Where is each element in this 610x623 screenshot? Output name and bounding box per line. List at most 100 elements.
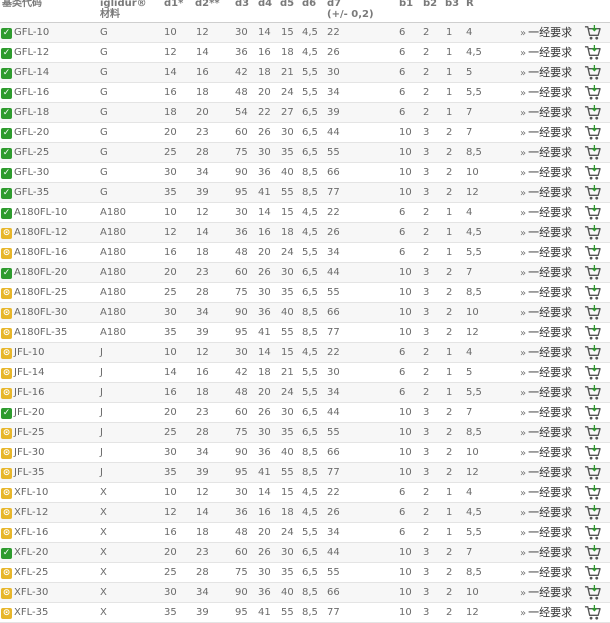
request-link[interactable]: » 一经要求 (520, 263, 572, 283)
request-link[interactable]: » 一经要求 (520, 303, 572, 323)
d7-cell: 77 (327, 467, 340, 478)
material-cell: A180 (100, 267, 126, 278)
shopping-cart-icon[interactable] (584, 524, 601, 541)
b2-cell: 3 (423, 547, 430, 558)
request-link[interactable]: » 一经要求 (520, 123, 572, 143)
request-link[interactable]: » 一经要求 (520, 343, 572, 363)
d2-cell: 18 (196, 527, 209, 538)
b3-cell: 2 (446, 287, 453, 298)
d3-cell: 30 (235, 207, 248, 218)
shopping-cart-icon[interactable] (584, 284, 601, 301)
request-link[interactable]: » 一经要求 (520, 563, 572, 583)
d6-cell: 5,5 (302, 367, 318, 378)
shopping-cart-icon[interactable] (584, 604, 601, 621)
d6-cell: 5,5 (302, 87, 318, 98)
request-link[interactable]: » 一经要求 (520, 143, 572, 163)
d1-cell: 14 (164, 367, 177, 378)
shopping-cart-icon[interactable] (584, 184, 601, 201)
shopping-cart-icon[interactable] (584, 164, 601, 181)
shopping-cart-icon[interactable] (584, 564, 601, 581)
request-link[interactable]: » 一经要求 (520, 243, 572, 263)
d4-cell: 14 (258, 347, 271, 358)
col-header-material: iglidur® 材料 (100, 0, 147, 20)
request-link[interactable]: » 一经要求 (520, 403, 572, 423)
shopping-cart-icon[interactable] (584, 204, 601, 221)
request-link[interactable]: » 一经要求 (520, 483, 572, 503)
request-link[interactable]: » 一经要求 (520, 203, 572, 223)
request-link[interactable]: » 一经要求 (520, 103, 572, 123)
request-link[interactable]: » 一经要求 (520, 603, 572, 623)
arrow-icon: » (520, 148, 527, 159)
shopping-cart-icon[interactable] (584, 404, 601, 421)
shopping-cart-icon[interactable] (584, 484, 601, 501)
shopping-cart-icon[interactable] (584, 464, 601, 481)
request-link[interactable]: » 一经要求 (520, 43, 572, 63)
shopping-cart-icon[interactable] (584, 304, 601, 321)
request-link[interactable]: » 一经要求 (520, 443, 572, 463)
shopping-cart-icon[interactable] (584, 124, 601, 141)
table-row: ✓ A180FL-10 A180 10 12 30 14 15 4,5 22 6 2 1 4» 一经要求 (0, 203, 610, 223)
col-header-d7-line2: (+/- 0,2) (327, 9, 374, 20)
shopping-cart-icon[interactable] (584, 324, 601, 341)
request-label: 一经要求 (528, 606, 573, 619)
d3-cell: 75 (235, 427, 248, 438)
arrow-icon: » (520, 208, 527, 219)
material-cell: J (100, 387, 103, 398)
d6-cell: 6,5 (302, 127, 318, 138)
d4-cell: 20 (258, 527, 271, 538)
product-code-cell: XFL-30 (14, 587, 49, 598)
shopping-cart-icon[interactable] (584, 584, 601, 601)
shopping-cart-icon[interactable] (584, 104, 601, 121)
table-row: ⊙ XFL-16 X 16 18 48 20 24 5,5 34 6 2 1 5,5 » 一经要求 (0, 523, 610, 543)
product-code-cell: GFL-10 (14, 27, 50, 38)
request-link[interactable]: » 一经要求 (520, 183, 572, 203)
col-header-b1: b1 (399, 0, 414, 9)
shopping-cart-icon[interactable] (584, 224, 601, 241)
shopping-cart-icon[interactable] (584, 44, 601, 61)
material-cell: X (100, 507, 107, 518)
request-link[interactable]: » 一经要求 (520, 23, 572, 43)
shopping-cart-icon[interactable] (584, 244, 601, 261)
b3-cell: 2 (446, 587, 453, 598)
shopping-cart-icon[interactable] (584, 384, 601, 401)
shopping-cart-icon[interactable] (584, 64, 601, 81)
d6-cell: 6,5 (302, 427, 318, 438)
shopping-cart-icon[interactable] (584, 544, 601, 561)
request-link[interactable]: » 一经要求 (520, 383, 572, 403)
request-link[interactable]: » 一经要求 (520, 63, 572, 83)
shopping-cart-icon[interactable] (584, 504, 601, 521)
d5-cell: 40 (281, 447, 294, 458)
request-label: 一经要求 (528, 506, 573, 519)
d1-cell: 16 (164, 247, 177, 258)
request-link[interactable]: » 一经要求 (520, 323, 572, 343)
d6-cell: 8,5 (302, 607, 318, 618)
check-icon: ✓ (1, 108, 12, 119)
request-label: 一经要求 (528, 186, 573, 199)
request-link[interactable]: » 一经要求 (520, 423, 572, 443)
request-link[interactable]: » 一经要求 (520, 523, 572, 543)
d2-cell: 34 (196, 307, 209, 318)
b2-cell: 3 (423, 567, 430, 578)
shopping-cart-icon[interactable] (584, 444, 601, 461)
request-link[interactable]: » 一经要求 (520, 363, 572, 383)
request-link[interactable]: » 一经要求 (520, 543, 572, 563)
shopping-cart-icon[interactable] (584, 144, 601, 161)
shopping-cart-icon[interactable] (584, 24, 601, 41)
request-link[interactable]: » 一经要求 (520, 223, 572, 243)
material-cell: J (100, 427, 103, 438)
shopping-cart-icon[interactable] (584, 364, 601, 381)
arrow-icon: » (520, 268, 527, 279)
request-link[interactable]: » 一经要求 (520, 503, 572, 523)
b3-cell: 2 (446, 167, 453, 178)
request-link[interactable]: » 一经要求 (520, 83, 572, 103)
shopping-cart-icon[interactable] (584, 264, 601, 281)
d4-cell: 41 (258, 607, 271, 618)
request-link[interactable]: » 一经要求 (520, 583, 572, 603)
request-link[interactable]: » 一经要求 (520, 163, 572, 183)
shopping-cart-icon[interactable] (584, 84, 601, 101)
request-link[interactable]: » 一经要求 (520, 283, 572, 303)
shopping-cart-icon[interactable] (584, 344, 601, 361)
material-cell: A180 (100, 227, 126, 238)
shopping-cart-icon[interactable] (584, 424, 601, 441)
request-link[interactable]: » 一经要求 (520, 463, 572, 483)
